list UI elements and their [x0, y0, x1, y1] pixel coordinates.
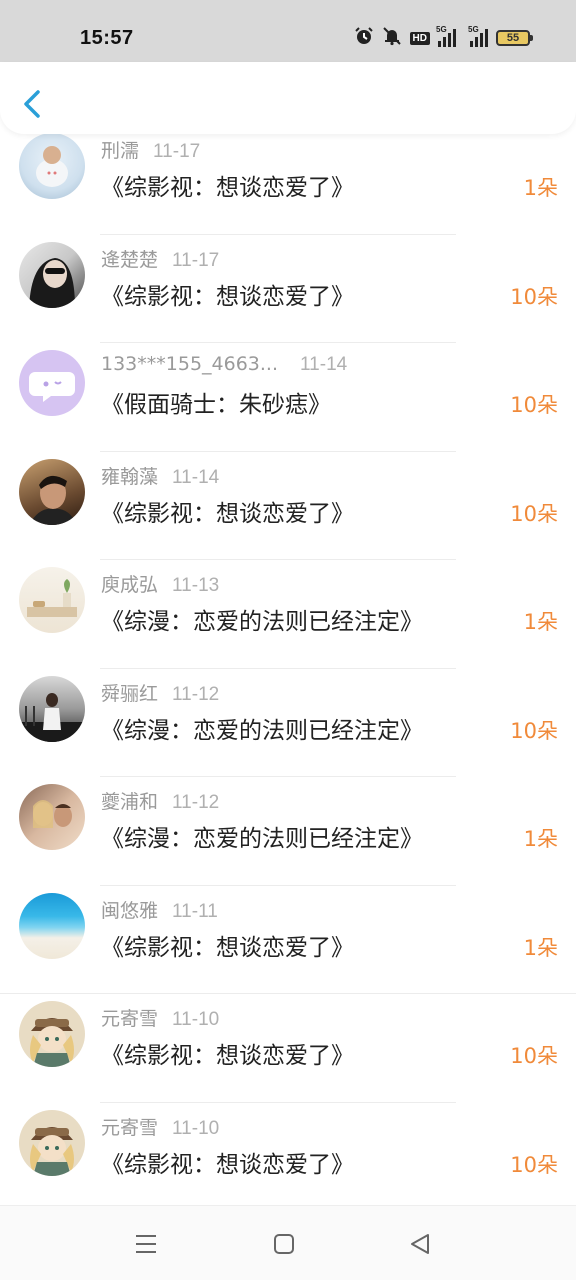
- list-item[interactable]: 逄楚楚 11-17 《综影视：想谈恋爱了》 10朵: [0, 235, 576, 343]
- status-icons: HD 5G 5G 55: [354, 25, 533, 50]
- list-item[interactable]: 雍翰藻 11-14 《综影视：想谈恋爱了》 10朵: [0, 452, 576, 560]
- avatar: [19, 1001, 85, 1067]
- flower-count: 10朵: [510, 1044, 558, 1068]
- avatar: [19, 1109, 85, 1176]
- avatar: [19, 892, 85, 959]
- flower-count: 1朵: [523, 610, 558, 634]
- flower-count: 10朵: [510, 718, 558, 743]
- book-title: 《综影视：想谈恋爱了》: [101, 1043, 354, 1069]
- flower-count: 10朵: [510, 1152, 558, 1177]
- flower-count: 10朵: [510, 393, 558, 417]
- book-title: 《综影视：想谈恋爱了》: [101, 1151, 354, 1178]
- date: 11-17: [172, 249, 220, 271]
- flower-count: 10朵: [510, 284, 558, 309]
- username: 闽悠雅: [101, 899, 159, 922]
- username: 逄楚楚: [101, 248, 159, 271]
- item-meta: 夔浦和 11-12: [101, 787, 219, 814]
- list-item[interactable]: 闽悠雅 11-11 《综影视：想谈恋爱了》 1朵: [0, 886, 576, 994]
- flower-count: 1朵: [523, 176, 558, 200]
- avatar: [19, 241, 85, 308]
- back-triangle-icon[interactable]: [406, 1230, 434, 1258]
- date: 11-14: [300, 354, 348, 375]
- item-meta: 逄楚楚 11-17: [101, 245, 219, 272]
- book-title: 《综漫：恋爱的法则已经注定》: [101, 717, 423, 744]
- system-nav-bar: [0, 1205, 576, 1280]
- avatar: [19, 567, 85, 633]
- avatar: [19, 458, 85, 525]
- avatar: [19, 350, 85, 416]
- item-meta: 刑濡 11-17: [101, 136, 200, 163]
- item-meta: 闽悠雅 11-11: [101, 896, 218, 923]
- list-item[interactable]: 元寄雪 11-10 《综影视：想谈恋爱了》 10朵: [0, 1103, 576, 1212]
- book-title: 《假面骑士：朱砂痣》: [101, 392, 331, 418]
- header: [0, 62, 576, 134]
- date: 11-12: [172, 792, 220, 813]
- item-meta: 133***155_4663... 11-14: [101, 353, 347, 376]
- list-item[interactable]: 元寄雪 11-10 《综影视：想谈恋爱了》 10朵: [0, 994, 576, 1103]
- hd-badge: HD: [409, 31, 430, 45]
- date: 11-11: [172, 900, 218, 922]
- date: 11-10: [172, 1009, 220, 1030]
- list-item[interactable]: 庾成弘 11-13 《综漫：恋爱的法则已经注定》 1朵: [0, 560, 576, 669]
- item-meta: 元寄雪 11-10: [101, 1113, 219, 1140]
- date: 11-17: [153, 141, 201, 162]
- avatar: [19, 133, 85, 199]
- username: 元寄雪: [101, 1116, 159, 1139]
- date: 11-13: [172, 575, 220, 596]
- status-bar: 15:57 HD 5G 5G 55: [0, 0, 576, 62]
- username: 元寄雪: [101, 1008, 159, 1030]
- avatar: [19, 675, 85, 742]
- username: 庾成弘: [101, 574, 159, 596]
- menu-icon[interactable]: [132, 1230, 160, 1258]
- status-time: 15:57: [80, 27, 134, 49]
- book-title: 《综影视：想谈恋爱了》: [101, 283, 354, 310]
- signal-5g-icon: 5G: [436, 25, 456, 47]
- item-meta: 庾成弘 11-13: [101, 570, 219, 597]
- book-title: 《综影视：想谈恋爱了》: [101, 175, 354, 201]
- list-item[interactable]: 刑濡 11-17 《综影视：想谈恋爱了》 1朵: [0, 126, 576, 235]
- username: 舜骊红: [101, 682, 159, 705]
- list-item[interactable]: 夔浦和 11-12 《综漫：恋爱的法则已经注定》 1朵: [0, 777, 576, 886]
- book-title: 《综漫：恋爱的法则已经注定》: [101, 826, 423, 852]
- flower-count: 1朵: [523, 827, 558, 851]
- list-item[interactable]: 舜骊红 11-12 《综漫：恋爱的法则已经注定》 10朵: [0, 669, 576, 777]
- mute-bell-icon: [382, 26, 402, 50]
- username: 133***155_4663...: [101, 353, 279, 375]
- username: 雍翰藻: [101, 465, 159, 488]
- date: 11-12: [172, 683, 220, 705]
- home-square-icon[interactable]: [270, 1230, 298, 1258]
- date: 11-10: [172, 1117, 220, 1139]
- username: 夔浦和: [101, 791, 159, 813]
- flower-count: 10朵: [510, 501, 558, 526]
- chevron-left-icon[interactable]: [18, 86, 46, 122]
- book-title: 《综漫：恋爱的法则已经注定》: [101, 609, 423, 635]
- flower-count: 1朵: [523, 935, 558, 960]
- username: 刑濡: [101, 140, 140, 162]
- avatar: [19, 784, 85, 850]
- date: 11-14: [172, 466, 220, 488]
- alarm-icon: [354, 26, 374, 50]
- list-item[interactable]: 133***155_4663... 11-14 《假面骑士：朱砂痣》 10朵: [0, 343, 576, 452]
- book-title: 《综影视：想谈恋爱了》: [101, 500, 354, 527]
- battery-indicator: 55: [496, 30, 533, 46]
- item-meta: 元寄雪 11-10: [101, 1004, 219, 1031]
- gift-list: 刑濡 11-17 《综影视：想谈恋爱了》 1朵 逄楚楚 11-17 《综影视：想谈恋…: [0, 133, 576, 1212]
- item-meta: 雍翰藻 11-14: [101, 462, 219, 489]
- signal-5g-icon-2: 5G: [468, 25, 488, 47]
- item-meta: 舜骊红 11-12: [101, 679, 219, 706]
- book-title: 《综影视：想谈恋爱了》: [101, 934, 354, 961]
